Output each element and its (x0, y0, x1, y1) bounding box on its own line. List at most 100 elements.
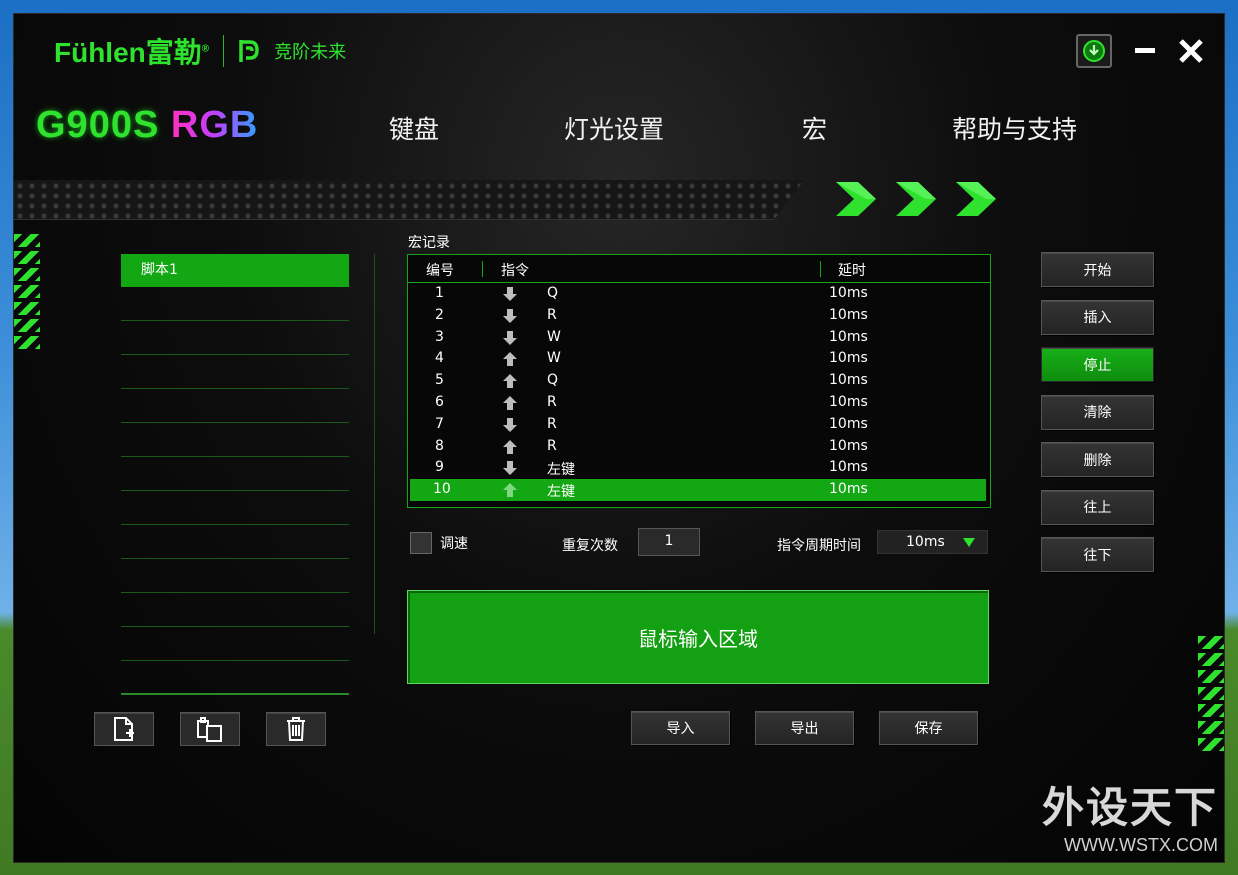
col-delay: 延时 (838, 263, 866, 279)
arrow-up-icon (503, 395, 517, 410)
row-delay: 10ms (829, 372, 868, 389)
panel-divider (374, 254, 375, 634)
move-up-button[interactable]: 往上 (1041, 489, 1154, 525)
arrow-down-icon (503, 417, 517, 432)
row-delay: 10ms (829, 481, 868, 498)
script-empty-row (121, 321, 349, 355)
row-delay: 10ms (829, 350, 868, 367)
script-empty-row (121, 457, 349, 491)
script-empty-row (121, 389, 349, 423)
delete-button[interactable]: 删除 (1041, 442, 1154, 477)
row-number: 1 (435, 285, 444, 301)
macro-table: 编号 指令 延时 1 Q 10ms 2 R 10ms 3 W 10ms 4 W 10ms 5 Q 10ms 6… (407, 254, 991, 508)
left-stripe-decor (14, 234, 40, 353)
watermark: 外设天下 WWW.WSTX.COM (1042, 774, 1218, 856)
row-key: Q (547, 372, 559, 389)
new-script-button[interactable] (94, 712, 154, 746)
tab-help[interactable]: 帮助与支持 (952, 110, 1077, 146)
insert-button[interactable]: 插入 (1041, 299, 1154, 335)
script-item[interactable]: 脚本1 (121, 254, 349, 287)
watermark-url: WWW.WSTX.COM (1064, 835, 1218, 855)
table-row[interactable]: 4 W 10ms (408, 348, 990, 370)
table-row[interactable]: 8 R 10ms (408, 436, 990, 458)
import-button[interactable]: 导入 (631, 711, 730, 745)
row-delay: 10ms (829, 285, 868, 301)
row-number: 10 (433, 481, 451, 498)
row-number: 3 (435, 328, 444, 345)
brand-separator (223, 35, 225, 67)
arrow-down-icon (503, 308, 517, 323)
tab-lighting[interactable]: 灯光设置 (564, 110, 664, 146)
repeat-count-input[interactable]: 1 (638, 528, 700, 556)
copy-icon (197, 717, 222, 742)
arrow-up-icon (503, 352, 517, 367)
row-delay: 10ms (829, 415, 868, 432)
row-number: 4 (435, 350, 444, 367)
delete-script-button[interactable] (266, 712, 326, 746)
arrow-down-icon (503, 330, 517, 345)
table-row[interactable]: 10 左键 10ms (410, 479, 986, 501)
row-number: 2 (435, 306, 444, 323)
mouse-input-area[interactable]: 鼠标输入区域 (407, 590, 989, 684)
table-row[interactable]: 1 Q 10ms (408, 283, 990, 305)
save-button[interactable]: 保存 (879, 711, 978, 745)
fuhlen-logo: Fühlen富勒® (54, 37, 210, 68)
table-row[interactable]: 6 R 10ms (408, 392, 990, 414)
row-key: R (547, 437, 557, 454)
download-icon[interactable] (1076, 34, 1112, 68)
script-empty-row (121, 287, 349, 321)
watermark-title: 外设天下 (1041, 783, 1218, 832)
minimize-icon[interactable] (1134, 40, 1156, 62)
row-number: 9 (435, 459, 444, 476)
copy-script-button[interactable] (180, 712, 240, 746)
arrow-down-icon (503, 461, 517, 476)
brand-header: Fühlen富勒® 竞阶未来 (54, 34, 346, 68)
arrow-up-icon (503, 374, 517, 389)
script-empty-row (121, 491, 349, 525)
col-command: 指令 (501, 263, 529, 279)
macro-record-title: 宏记录 (408, 235, 450, 251)
chevron-right-icon (896, 182, 936, 216)
tab-keyboard[interactable]: 键盘 (389, 110, 439, 146)
row-key: R (547, 415, 557, 432)
script-empty-row (121, 355, 349, 389)
row-delay: 10ms (829, 328, 868, 345)
row-key: R (547, 306, 557, 323)
trash-icon (287, 717, 305, 741)
table-row[interactable]: 7 R 10ms (408, 414, 990, 436)
macro-actions: 开始 插入 停止 清除 删除 往上 往下 (1041, 252, 1154, 585)
row-key: R (547, 393, 557, 410)
script-empty-row (121, 627, 349, 661)
speed-checkbox[interactable] (410, 532, 432, 554)
start-button[interactable]: 开始 (1041, 252, 1154, 287)
stop-button[interactable]: 停止 (1041, 347, 1154, 382)
clear-button[interactable]: 清除 (1041, 394, 1154, 430)
move-down-button[interactable]: 往下 (1041, 537, 1154, 572)
table-row[interactable]: 2 R 10ms (408, 305, 990, 327)
table-row[interactable]: 5 Q 10ms (408, 370, 990, 392)
chevron-down-icon (963, 538, 975, 547)
app-window: Fühlen富勒® 竞阶未来 G900S RGB 键盘 灯光设置 宏 帮助与支持 (13, 13, 1225, 863)
arrow-decor (832, 180, 998, 218)
period-select[interactable]: 10ms (877, 530, 988, 554)
export-button[interactable]: 导出 (755, 711, 854, 745)
row-delay: 10ms (829, 306, 868, 323)
row-key: W (547, 328, 561, 345)
macro-table-header: 编号 指令 延时 (408, 255, 990, 283)
table-row[interactable]: 3 W 10ms (408, 327, 990, 349)
chevron-right-icon (956, 182, 996, 216)
period-value: 10ms (906, 534, 945, 550)
new-file-icon (114, 717, 134, 741)
script-list: 脚本1 (121, 254, 349, 695)
hex-decor-band (14, 180, 804, 220)
main-nav: 键盘 灯光设置 宏 帮助与支持 (14, 110, 1224, 144)
row-number: 5 (435, 372, 444, 389)
file-actions: 导入 导出 保存 (631, 711, 978, 745)
close-icon[interactable] (1178, 38, 1204, 64)
row-key: Q (547, 285, 559, 301)
col-no: 编号 (426, 263, 454, 279)
table-row[interactable]: 9 左键 10ms (408, 457, 990, 479)
tab-macro[interactable]: 宏 (802, 110, 827, 146)
script-empty-row (121, 661, 349, 695)
speed-label: 调速 (440, 536, 468, 552)
